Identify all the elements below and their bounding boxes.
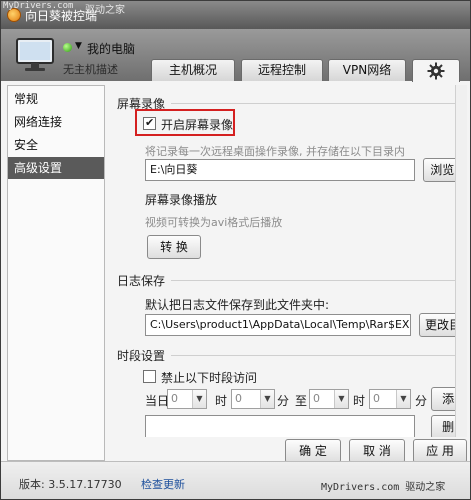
recording-path-field[interactable]: E:\向日葵 bbox=[145, 159, 415, 181]
computer-name[interactable]: 我的电脑 bbox=[87, 40, 135, 57]
watermark-site-cn: 驱动之家 bbox=[85, 5, 125, 16]
minute-label: 分 bbox=[277, 394, 290, 408]
recording-hint: 将记录每一次远程桌面操作录像, 并存储在以下目录内 bbox=[145, 145, 405, 158]
apply-button[interactable]: 应 用 bbox=[413, 439, 467, 463]
hour-value: 0 bbox=[235, 392, 242, 405]
end-hour-label: 时 bbox=[353, 394, 366, 408]
day-value: 0 bbox=[171, 392, 178, 405]
sidebar-item-general[interactable]: 常规 bbox=[8, 88, 104, 110]
app-window: 向日葵被控端 MyDrivers.com 驱动之家 ▼ 我的电脑 无主机描述 主… bbox=[0, 0, 471, 500]
settings-sidebar: 常规 网络连接 安全 高级设置 bbox=[7, 85, 105, 461]
end-minute-select[interactable]: 0 ▼ bbox=[369, 389, 411, 409]
host-header: ▼ 我的电脑 无主机描述 主机概况 远程控制 VPN网络 bbox=[1, 29, 470, 82]
chevron-down-icon: ▼ bbox=[192, 390, 206, 408]
watermark-bottom: MyDrivers.com 驱动之家 bbox=[321, 482, 446, 493]
period-list[interactable] bbox=[145, 415, 415, 437]
host-description: 无主机描述 bbox=[63, 63, 118, 76]
cancel-button[interactable]: 取 消 bbox=[349, 439, 405, 463]
chevron-down-icon[interactable]: ▼ bbox=[75, 41, 82, 51]
monitor-icon bbox=[16, 38, 54, 71]
tab-remote-control[interactable]: 远程控制 bbox=[241, 59, 323, 81]
divider bbox=[171, 103, 461, 104]
title-bar[interactable]: 向日葵被控端 MyDrivers.com 驱动之家 bbox=[1, 1, 470, 29]
log-section-title: 日志保存 bbox=[117, 274, 166, 288]
gear-icon bbox=[427, 62, 445, 80]
divider bbox=[171, 355, 461, 356]
sidebar-item-security[interactable]: 安全 bbox=[8, 134, 104, 156]
chevron-down-icon: ▼ bbox=[260, 390, 274, 408]
end-minute-label: 分 bbox=[415, 394, 428, 408]
log-path-field[interactable]: C:\Users\product1\AppData\Local\Temp\Rar… bbox=[145, 314, 411, 336]
log-description: 默认把日志文件保存到此文件夹中: bbox=[145, 298, 330, 312]
day-label: 当日 bbox=[145, 394, 170, 408]
online-status-icon bbox=[63, 43, 72, 52]
schedule-section-title: 时段设置 bbox=[117, 349, 166, 363]
convert-button[interactable]: 转 换 bbox=[147, 235, 201, 259]
divider bbox=[171, 280, 461, 281]
playback-title: 屏幕录像播放 bbox=[145, 193, 218, 207]
enable-recording-label[interactable]: 开启屏幕录像 bbox=[161, 116, 233, 133]
chevron-down-icon: ▼ bbox=[396, 390, 410, 408]
hour-select[interactable]: 0 ▼ bbox=[231, 389, 275, 409]
end-hour-select[interactable]: 0 ▼ bbox=[309, 389, 349, 409]
chevron-down-icon: ▼ bbox=[334, 390, 348, 408]
end-hour-value: 0 bbox=[313, 392, 320, 405]
status-bar: 版本: 3.5.17.17730 检查更新 MyDrivers.com 驱动之家 bbox=[1, 461, 470, 499]
scrollbar[interactable] bbox=[455, 85, 467, 437]
hour-label: 时 bbox=[215, 394, 228, 408]
enable-recording-checkbox[interactable] bbox=[143, 116, 156, 130]
check-update-link[interactable]: 检查更新 bbox=[141, 476, 185, 492]
advanced-settings-panel: 屏幕录像 开启屏幕录像 将记录每一次远程桌面操作录像, 并存储在以下目录内 E:… bbox=[109, 85, 467, 437]
disable-period-checkbox[interactable] bbox=[143, 370, 156, 383]
tab-vpn[interactable]: VPN网络 bbox=[328, 59, 406, 81]
playback-hint: 视频可转换为avi格式后播放 bbox=[145, 216, 283, 229]
ok-button[interactable]: 确 定 bbox=[285, 439, 341, 463]
sidebar-item-network[interactable]: 网络连接 bbox=[8, 111, 104, 133]
tab-settings[interactable] bbox=[412, 59, 460, 82]
sidebar-item-advanced[interactable]: 高级设置 bbox=[8, 157, 104, 179]
day-select[interactable]: 0 ▼ bbox=[167, 389, 207, 409]
tab-overview[interactable]: 主机概况 bbox=[151, 59, 235, 81]
disable-period-label[interactable]: 禁止以下时段访问 bbox=[161, 369, 257, 386]
watermark-site: MyDrivers.com bbox=[3, 1, 74, 11]
version-text: 版本: 3.5.17.17730 bbox=[19, 478, 122, 491]
end-minute-value: 0 bbox=[373, 392, 380, 405]
to-label: 至 bbox=[295, 394, 308, 408]
